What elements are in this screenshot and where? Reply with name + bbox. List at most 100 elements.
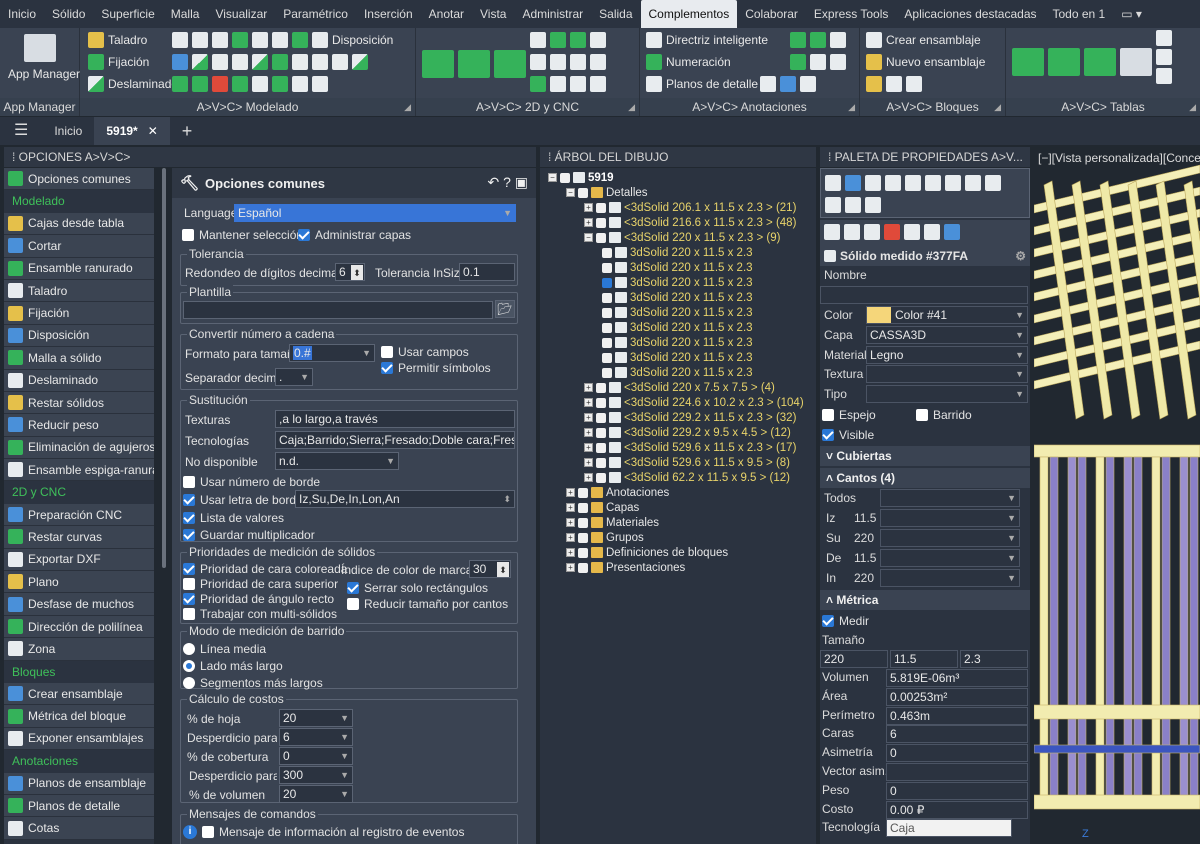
assembly-filter-icon[interactable] <box>824 224 840 240</box>
label-icon[interactable] <box>790 54 806 70</box>
tree-checkbox[interactable] <box>596 472 606 483</box>
category-item[interactable]: Reducir peso <box>4 414 154 437</box>
measured-solid-icon[interactable] <box>845 175 861 191</box>
category-item[interactable]: Cajas desde tabla <box>4 212 154 236</box>
collapse-icon[interactable]: − <box>566 188 575 197</box>
expand-icon[interactable]: + <box>566 503 575 512</box>
mesh-icon[interactable] <box>252 32 268 48</box>
event-log-checkbox[interactable]: i Mensaje de información al registro de e… <box>183 825 464 839</box>
layer-select[interactable]: CASSA3D ▼ <box>866 326 1028 344</box>
s-curve-icon[interactable] <box>172 76 188 92</box>
frame-icon[interactable] <box>312 54 328 70</box>
folder-open-icon[interactable]: 📂︎ <box>495 300 515 318</box>
tree-leaf[interactable]: 3dSolid 220 x 11.5 x 2.3 <box>602 290 753 305</box>
numeracion-button[interactable]: Numeración <box>646 52 731 72</box>
tree-checkbox[interactable] <box>578 547 588 558</box>
expand-icon[interactable]: + <box>584 473 593 482</box>
export-table-icon[interactable] <box>1156 49 1172 65</box>
circle-filter-icon[interactable] <box>885 175 901 191</box>
expand-icon[interactable]: + <box>584 458 593 467</box>
explode-icon[interactable] <box>906 76 922 92</box>
tag2-icon[interactable] <box>1156 68 1172 84</box>
save-multiplier-checkbox[interactable]: Guardar multiplicador <box>183 528 315 542</box>
solid-filter-icon[interactable] <box>825 175 841 191</box>
tree-checkbox[interactable] <box>578 532 588 543</box>
image-filter-icon[interactable] <box>845 197 861 213</box>
print-icon[interactable] <box>800 76 816 92</box>
cover-pct-select[interactable]: 0 ▼ <box>279 747 353 765</box>
dialog-launcher-icon[interactable]: ◢ <box>404 98 411 116</box>
layers-icon[interactable] <box>590 76 606 92</box>
edge-left-select[interactable]: ▼ <box>880 509 1020 527</box>
tag-filter-icon[interactable] <box>985 175 1001 191</box>
metric-value[interactable]: Caja <box>886 819 1012 838</box>
decimal-separator-select[interactable]: . ▼ <box>275 368 313 386</box>
tree-checkbox[interactable] <box>596 382 606 393</box>
metric-value[interactable] <box>886 763 1028 781</box>
tree-node[interactable]: − <3dSolid 220 x 11.5 x 2.3 > (9) <box>584 230 780 245</box>
tree-checkbox[interactable] <box>596 427 606 438</box>
category-item[interactable]: Cortar <box>4 235 154 258</box>
disposicion-button[interactable]: Disposición <box>332 30 393 50</box>
plan-icon[interactable] <box>494 50 526 78</box>
category-item[interactable]: Crear ensamblaje <box>4 682 154 706</box>
edge-bottom-select[interactable]: ▼ <box>880 569 1020 587</box>
table-icon[interactable] <box>830 32 846 48</box>
tree-checkbox[interactable] <box>602 307 612 318</box>
category-item[interactable]: Exportar DXF <box>4 548 154 572</box>
tree-checkbox[interactable] <box>596 442 606 453</box>
taladro-button[interactable]: Taladro <box>88 30 147 50</box>
measure-checkbox[interactable]: Medir <box>822 614 869 628</box>
language-select[interactable]: Español ▼ <box>234 204 516 222</box>
close-rectangles-checkbox[interactable]: Serrar solo rectángulos <box>347 581 488 595</box>
tree-checkbox[interactable] <box>596 397 606 408</box>
category-item[interactable]: Planos de detalle <box>4 794 154 818</box>
polyline-icon[interactable] <box>530 76 546 92</box>
category-item[interactable]: Restar curvas <box>4 526 154 549</box>
hole-icon[interactable] <box>212 54 228 70</box>
ribbon-tab-4[interactable]: Visualizar <box>207 0 275 28</box>
reduce-edges-checkbox[interactable]: Reducir tamaño por cantos <box>347 597 508 611</box>
dialog-launcher-icon[interactable]: ◢ <box>848 98 855 116</box>
delete-icon[interactable] <box>212 76 228 92</box>
texture-select[interactable]: ▼ <box>866 365 1028 383</box>
stack-icon[interactable] <box>232 76 248 92</box>
tree-checkbox[interactable] <box>578 487 588 498</box>
new-tab-plus-icon[interactable]: + <box>170 117 205 145</box>
colored-face-priority-checkbox[interactable]: Prioridad de cara coloreada <box>183 562 347 576</box>
category-item[interactable]: Desfase de muchos <box>4 593 154 616</box>
category-item[interactable]: Deslaminado <box>4 369 154 392</box>
category-item[interactable]: Exponer ensamblajes <box>4 727 154 751</box>
category-item[interactable]: Restar sólidos <box>4 391 154 415</box>
cut-icon[interactable] <box>192 32 208 48</box>
block-icon[interactable] <box>866 76 882 92</box>
tree-checkbox[interactable] <box>578 502 588 513</box>
edge-letter-input[interactable]: Iz,Su,De,In,Lon,An ⬍ <box>295 490 515 508</box>
square-icon[interactable] <box>570 54 586 70</box>
ribbon-tab-7[interactable]: Anotar <box>421 0 472 28</box>
tree-checkbox[interactable] <box>596 217 606 228</box>
tree-checkbox[interactable] <box>578 187 588 198</box>
category-item[interactable]: Fijación <box>4 302 154 325</box>
expand-icon[interactable]: + <box>584 428 593 437</box>
offset-icon[interactable] <box>550 32 566 48</box>
tree-checkbox[interactable] <box>602 367 612 378</box>
tree-folder[interactable]: + Anotaciones <box>566 485 669 500</box>
ribbon-tab-1[interactable]: Sólido <box>44 0 93 28</box>
tree-icon[interactable] <box>590 32 606 48</box>
drawing-viewport[interactable]: [−][Vista personalizada][Concept Z <box>1034 145 1200 844</box>
collapse-icon[interactable]: − <box>548 173 557 182</box>
waste2-select[interactable]: 300 ▼ <box>279 766 353 784</box>
metric-value[interactable]: 0.463m <box>886 706 1028 725</box>
mesh-filter-icon[interactable] <box>924 224 940 240</box>
copy-icon[interactable] <box>530 32 546 48</box>
edge-right-select[interactable]: ▼ <box>880 549 1020 567</box>
table-d-icon[interactable] <box>1120 48 1152 76</box>
tree-checkbox[interactable] <box>602 277 612 288</box>
metric-value[interactable]: 0.00 ₽ <box>886 800 1028 819</box>
cut-curve-icon[interactable] <box>590 54 606 70</box>
category-item[interactable]: Planos de ensamblaje <box>4 772 154 795</box>
type-select[interactable]: ▼ <box>866 385 1028 403</box>
edge-top-select[interactable]: ▼ <box>880 529 1020 547</box>
expand-icon[interactable]: + <box>566 563 575 572</box>
